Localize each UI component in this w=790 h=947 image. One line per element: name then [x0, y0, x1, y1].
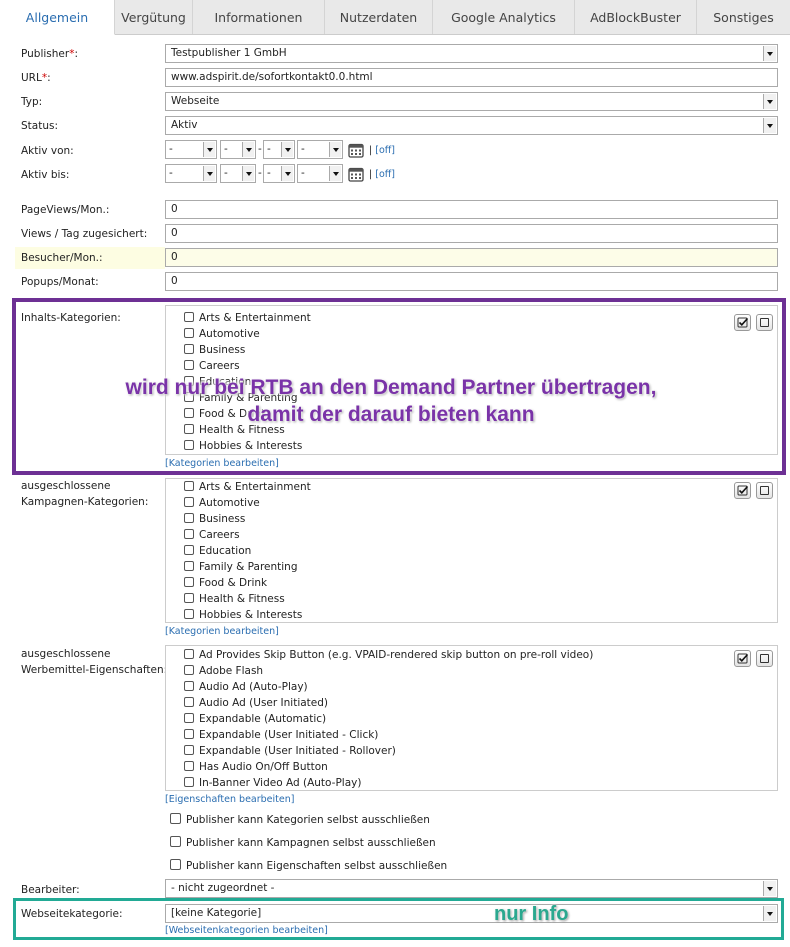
aktiv-bis-label: Aktiv bis:	[21, 169, 70, 181]
kampagnen-kategorien-list: Arts & Entertainment Automotive Business…	[165, 478, 778, 623]
chevron-down-icon	[763, 118, 776, 133]
pageviews-input[interactable]: 0	[165, 200, 778, 219]
publisher-select[interactable]: Testpublisher 1 GmbH	[165, 44, 778, 63]
category-option[interactable]: Careers	[184, 527, 240, 543]
chevron-down-icon	[763, 46, 776, 61]
views-tag-input[interactable]: 0	[165, 224, 778, 243]
werbemittel-label-line1: ausgeschlossene	[21, 648, 111, 660]
property-option[interactable]: Expandable (User Initiated - Rollover)	[184, 743, 396, 759]
deselect-all-button[interactable]	[756, 650, 773, 667]
typ-select[interactable]: Webseite	[165, 92, 778, 111]
category-option[interactable]: Business	[184, 511, 245, 527]
publisher-label: Publisher*:	[21, 48, 79, 60]
aktiv-bis-day-select[interactable]: -	[165, 164, 217, 183]
kampagnen-label-line2: Kampagnen-Kategorien:	[21, 496, 149, 508]
tab-google-analytics[interactable]: Google Analytics	[433, 0, 575, 34]
deselect-all-button[interactable]	[756, 482, 773, 499]
besucher-input[interactable]: 0	[165, 248, 778, 267]
aktiv-bis-off-toggle[interactable]: | [off]	[369, 167, 395, 183]
popups-input[interactable]: 0	[165, 272, 778, 291]
tab-verguetung[interactable]: Vergütung	[115, 0, 193, 34]
publisher-exclude-campaigns-checkbox[interactable]: Publisher kann Kampagnen selbst ausschli…	[170, 835, 436, 851]
category-option[interactable]: Hobbies & Interests	[184, 607, 302, 623]
property-option[interactable]: In-Banner Video Ad (Auto-Play)	[184, 775, 361, 791]
kampagnen-label-line1: ausgeschlossene	[21, 480, 111, 492]
werbemittel-eigenschaften-edit-link[interactable]: [Eigenschaften bearbeiten]	[165, 794, 294, 806]
category-option[interactable]: Health & Fitness	[184, 591, 285, 607]
tab-allgemein[interactable]: Allgemein	[0, 0, 115, 35]
category-option[interactable]: Education	[184, 543, 251, 559]
checkbox-empty-icon	[760, 486, 769, 495]
bearbeiter-select[interactable]: - nicht zugeordnet -	[165, 879, 778, 898]
werbemittel-label-line2: Werbemittel-Eigenschaften:	[21, 664, 168, 676]
url-label: URL*:	[21, 72, 51, 84]
besucher-label: Besucher/Mon.:	[21, 252, 103, 264]
pageviews-label: PageViews/Mon.:	[21, 204, 110, 216]
tab-adblockbuster[interactable]: AdBlockBuster	[575, 0, 697, 34]
chevron-down-icon	[763, 881, 776, 896]
chevron-down-icon	[763, 94, 776, 109]
aktiv-bis-hour-select[interactable]: -	[263, 164, 295, 183]
checkbox-empty-icon	[760, 654, 769, 663]
select-all-button[interactable]	[734, 650, 751, 667]
checkbox-checked-icon	[737, 653, 749, 664]
tab-nutzerdaten[interactable]: Nutzerdaten	[325, 0, 433, 34]
category-option[interactable]: Arts & Entertainment	[184, 479, 311, 495]
property-option[interactable]: Expandable (Automatic)	[184, 711, 326, 727]
views-tag-label: Views / Tag zugesichert:	[21, 228, 148, 240]
aktiv-von-label: Aktiv von:	[21, 145, 74, 157]
calendar-icon[interactable]	[348, 166, 364, 182]
status-select[interactable]: Aktiv	[165, 116, 778, 135]
aktiv-von-hour-select[interactable]: -	[263, 140, 295, 159]
property-option[interactable]: Adobe Flash	[184, 663, 263, 679]
property-option[interactable]: Audio Ad (User Initiated)	[184, 695, 328, 711]
calendar-icon[interactable]	[348, 142, 364, 158]
publisher-exclude-categories-checkbox[interactable]: Publisher kann Kategorien selbst ausschl…	[170, 812, 430, 828]
select-all-button[interactable]	[734, 482, 751, 499]
annotation-rtb-line2: damit der darauf bieten kann	[247, 403, 535, 426]
url-input[interactable]: www.adspirit.de/sofortkontakt0.0.html	[165, 68, 778, 87]
aktiv-von-month-select[interactable]: -	[220, 140, 256, 159]
date-separator: -	[258, 167, 262, 179]
aktiv-bis-minute-select[interactable]: -	[297, 164, 343, 183]
aktiv-bis-month-select[interactable]: -	[220, 164, 256, 183]
werbemittel-eigenschaften-list: Ad Provides Skip Button (e.g. VPAID-rend…	[165, 645, 778, 791]
property-option[interactable]: Expandable (User Initiated - Click)	[184, 727, 378, 743]
property-option[interactable]: Audio Ad (Auto-Play)	[184, 679, 308, 695]
tab-sonstiges[interactable]: Sonstiges	[697, 0, 790, 34]
category-option[interactable]: Automotive	[184, 495, 260, 511]
category-option[interactable]: Family & Parenting	[184, 559, 298, 575]
checkbox-checked-icon	[737, 485, 749, 496]
bearbeiter-label: Bearbeiter:	[21, 884, 80, 896]
annotation-frame-info	[13, 898, 784, 940]
typ-label: Typ:	[21, 96, 43, 108]
property-option[interactable]: Ad Provides Skip Button (e.g. VPAID-rend…	[184, 647, 593, 663]
tab-bar: Allgemein Vergütung Informationen Nutzer…	[0, 0, 790, 35]
category-option[interactable]: Food & Drink	[184, 575, 267, 591]
property-option[interactable]: Has Audio On/Off Button	[184, 759, 328, 775]
aktiv-von-minute-select[interactable]: -	[297, 140, 343, 159]
publisher-exclude-properties-checkbox[interactable]: Publisher kann Eigenschaften selbst auss…	[170, 858, 447, 874]
tab-informationen[interactable]: Informationen	[193, 0, 325, 34]
popups-label: Popups/Monat:	[21, 276, 99, 288]
annotation-nur-info: nur Info	[494, 903, 569, 925]
aktiv-von-off-toggle[interactable]: | [off]	[369, 143, 395, 159]
aktiv-von-day-select[interactable]: -	[165, 140, 217, 159]
annotation-rtb-line1: wird nur bei RTB an den Demand Partner ü…	[125, 376, 657, 399]
date-separator: -	[258, 143, 262, 155]
kampagnen-kategorien-edit-link[interactable]: [Kategorien bearbeiten]	[165, 626, 279, 638]
status-label: Status:	[21, 120, 58, 132]
